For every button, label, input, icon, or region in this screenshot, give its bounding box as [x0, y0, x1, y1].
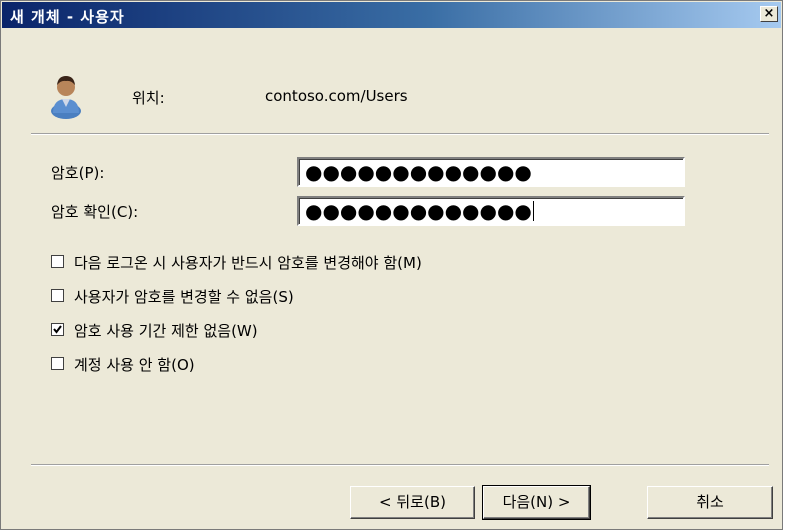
- option-label-account-disabled: 계정 사용 안 함(O): [74, 356, 195, 374]
- checkbox-password-never-expires[interactable]: [51, 323, 64, 336]
- location-value: contoso.com/Users: [265, 87, 408, 105]
- confirm-password-masked-value: ●●●●●●●●●●●●●: [305, 199, 532, 223]
- close-button[interactable]: ×: [760, 6, 778, 22]
- password-input[interactable]: ●●●●●●●●●●●●●: [297, 157, 685, 187]
- checkbox-cannot-change-password[interactable]: [51, 289, 64, 302]
- dialog-title: 새 개체 - 사용자: [10, 8, 125, 26]
- option-label-cannot-change-password: 사용자가 암호를 변경할 수 없음(S): [74, 288, 294, 306]
- cancel-button[interactable]: 취소: [647, 486, 773, 519]
- new-user-dialog: 새 개체 - 사용자 × 위치: contoso.com/Users 암호(P)…: [0, 0, 783, 530]
- option-label-must-change-password: 다음 로그온 시 사용자가 반드시 암호를 변경해야 함(M): [74, 254, 422, 272]
- password-label: 암호(P):: [51, 164, 105, 182]
- password-masked-value: ●●●●●●●●●●●●●: [305, 160, 532, 184]
- bottom-separator: [31, 464, 769, 466]
- checkmark-icon: [53, 325, 62, 334]
- text-caret: [532, 201, 534, 221]
- checkbox-must-change-password[interactable]: [51, 255, 64, 268]
- back-button[interactable]: < 뒤로(B): [350, 486, 475, 519]
- user-icon: [49, 73, 83, 123]
- next-button[interactable]: 다음(N) >: [482, 485, 591, 520]
- top-separator: [31, 133, 769, 135]
- title-bar[interactable]: 새 개체 - 사용자 ×: [2, 2, 781, 28]
- confirm-password-input[interactable]: ●●●●●●●●●●●●●: [297, 196, 685, 226]
- location-label: 위치:: [132, 89, 165, 107]
- checkbox-account-disabled[interactable]: [51, 357, 64, 370]
- option-label-password-never-expires: 암호 사용 기간 제한 없음(W): [74, 322, 258, 340]
- confirm-password-label: 암호 확인(C):: [51, 203, 139, 221]
